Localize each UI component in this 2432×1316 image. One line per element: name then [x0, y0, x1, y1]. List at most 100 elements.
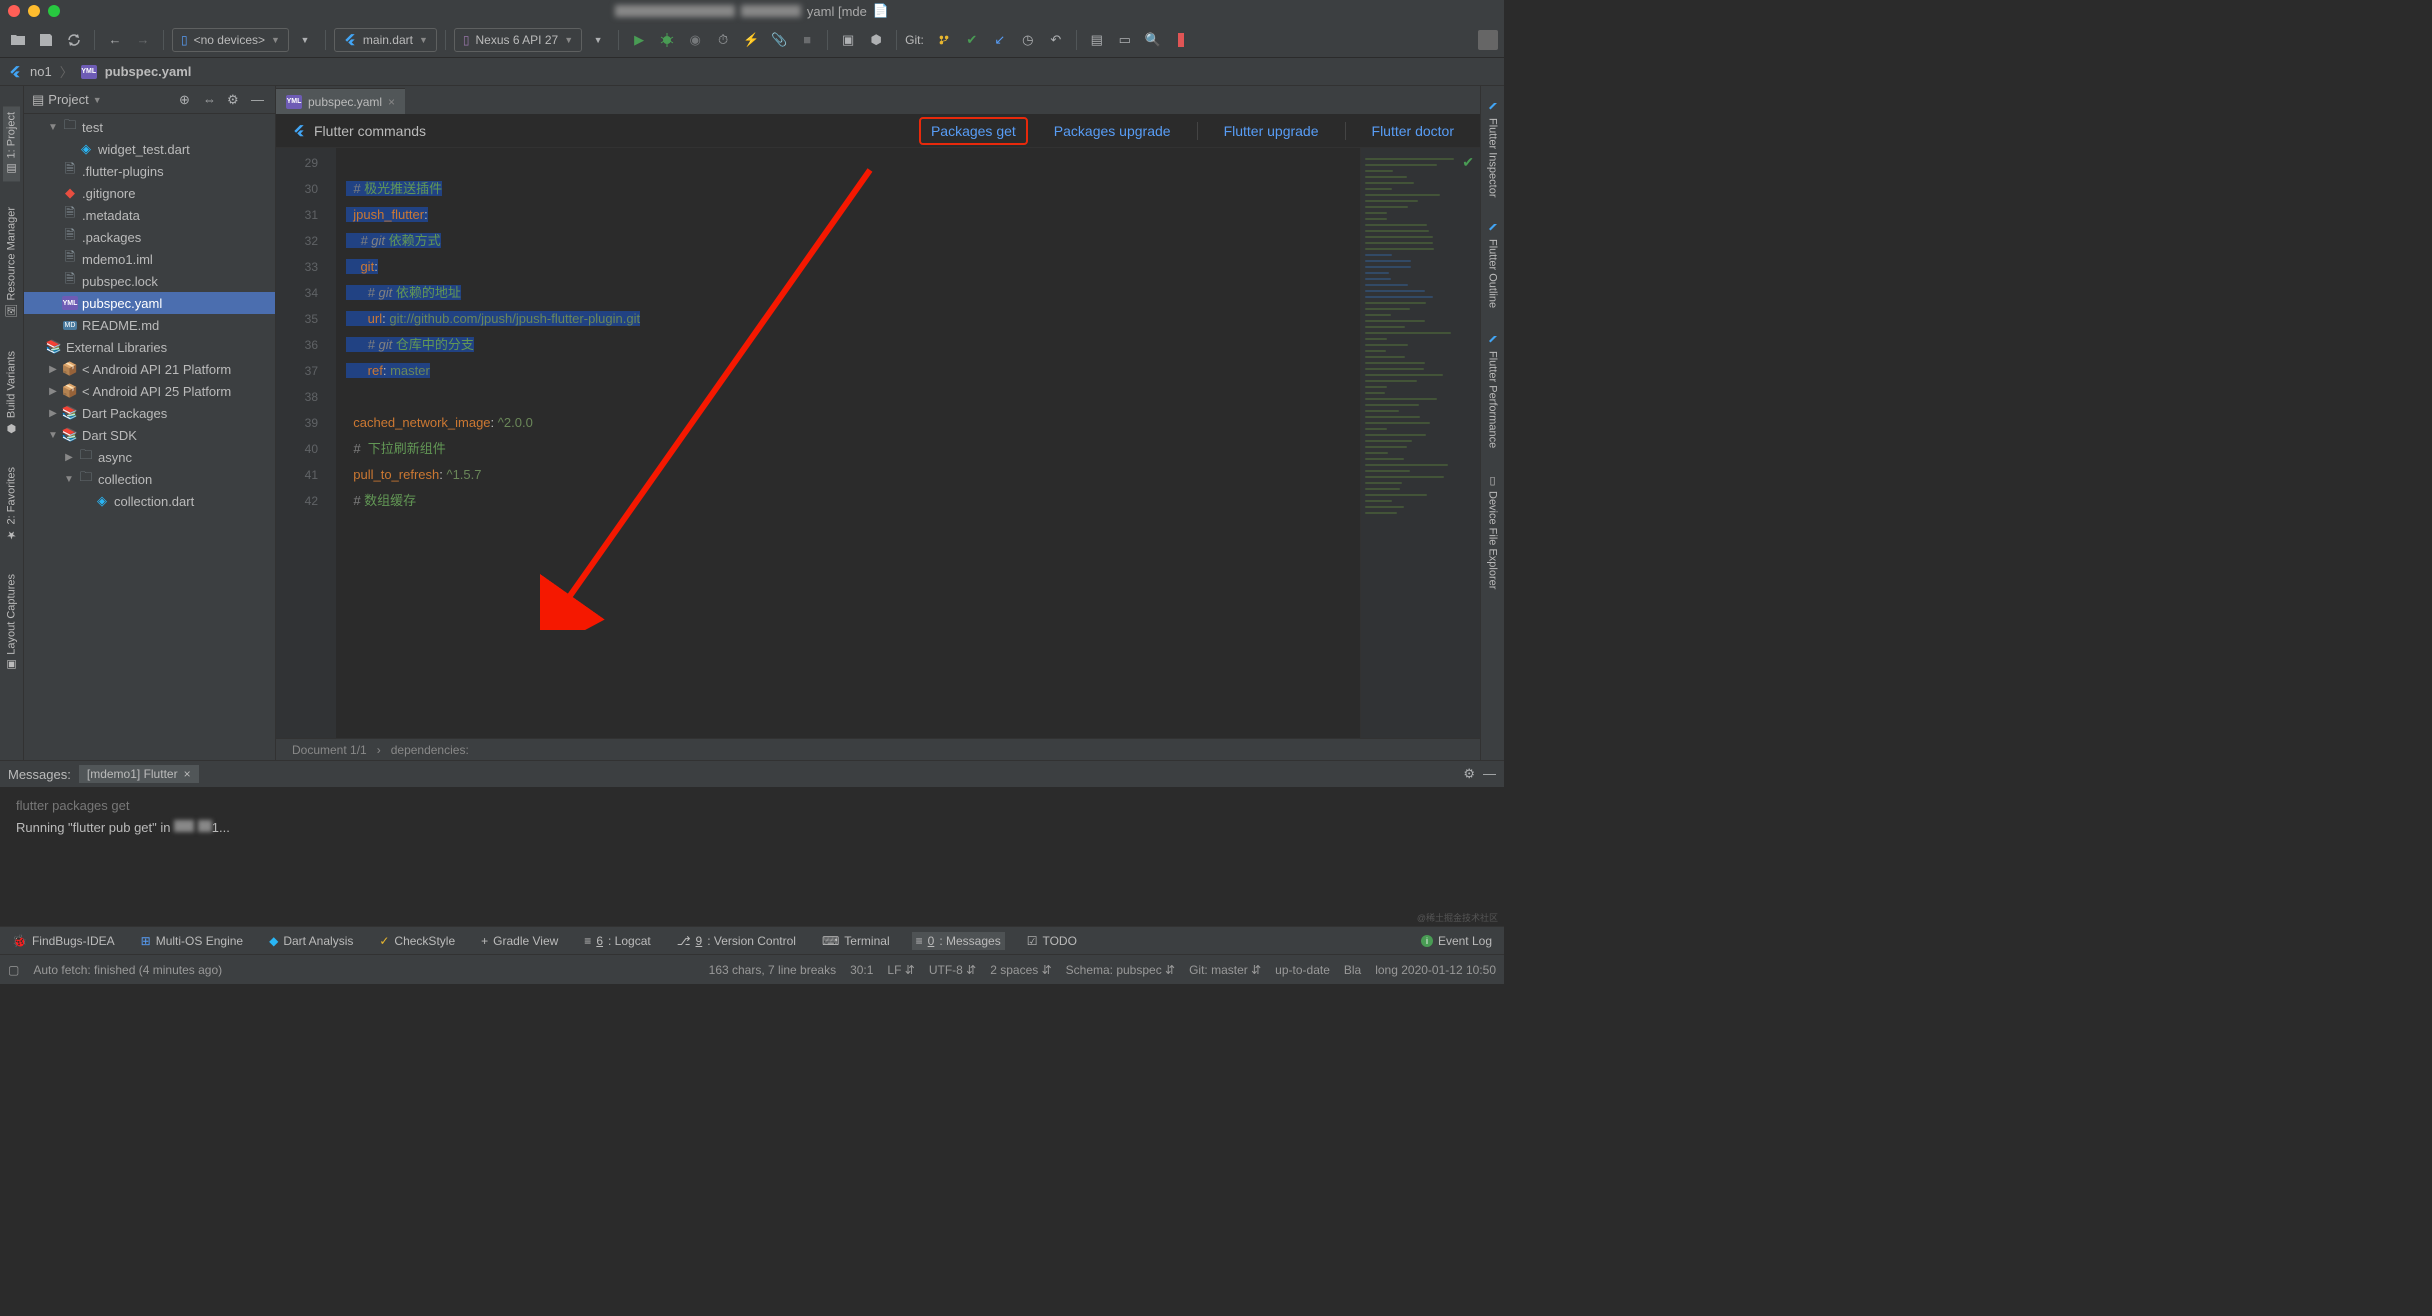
terminal-tab[interactable]: ⌨Terminal — [818, 932, 894, 950]
zoom-window-button[interactable] — [48, 5, 60, 17]
status-timestamp: long 2020-01-12 10:50 — [1375, 963, 1496, 977]
back-icon[interactable]: ← — [103, 28, 127, 52]
packages-get-button[interactable]: Packages get — [919, 117, 1028, 145]
tree-row[interactable]: ▶📚Dart Packages — [24, 402, 275, 424]
save-icon[interactable] — [34, 28, 58, 52]
favorites-tab[interactable]: ★2: Favorites — [3, 461, 20, 547]
layout-captures-tab[interactable]: ▣Layout Captures — [3, 568, 20, 678]
tree-row[interactable]: ▶📦< Android API 25 Platform — [24, 380, 275, 402]
checkstyle-tab[interactable]: ✓CheckStyle — [375, 932, 459, 950]
emulator-selector[interactable]: ▯ Nexus 6 API 27 ▼ — [454, 28, 582, 52]
caret-position[interactable]: 30:1 — [850, 963, 873, 977]
line-ending-selector[interactable]: LF ⇵ — [887, 963, 914, 977]
memory-icon[interactable] — [1169, 28, 1193, 52]
tree-row[interactable]: ◈widget_test.dart — [24, 138, 275, 160]
tool-window-quick-access-icon[interactable]: ▢ — [8, 963, 19, 977]
close-tab-icon[interactable]: × — [388, 95, 395, 109]
messages-tab[interactable]: ≡0: Messages — [912, 932, 1005, 950]
open-icon[interactable] — [6, 28, 30, 52]
tree-row[interactable]: YMLpubspec.yaml — [24, 292, 275, 314]
todo-tab[interactable]: ☑TODO — [1023, 932, 1081, 950]
collapse-icon[interactable]: ⇔ — [203, 92, 219, 108]
search-icon[interactable]: 🔍 — [1141, 28, 1165, 52]
hide-icon[interactable]: — — [1483, 766, 1496, 782]
tree-row[interactable]: ▼📚Dart SDK — [24, 424, 275, 446]
flutter-inspector-tab[interactable]: Flutter Inspector — [1485, 96, 1501, 203]
indent-selector[interactable]: 2 spaces ⇵ — [990, 963, 1051, 977]
tree-row[interactable]: MDREADME.md — [24, 314, 275, 336]
emulator-dropdown-icon[interactable]: ▼ — [586, 28, 610, 52]
version-control-tab[interactable]: ⎇9: Version Control — [673, 932, 800, 950]
profile-icon[interactable]: ⏱ — [711, 28, 735, 52]
locate-icon[interactable]: ⊕ — [179, 92, 195, 108]
tree-row[interactable]: ▼🗀collection — [24, 468, 275, 490]
history-icon[interactable]: ◷ — [1016, 28, 1040, 52]
tree-row[interactable]: 🗎.packages — [24, 226, 275, 248]
commit-icon[interactable]: ✔ — [960, 28, 984, 52]
git-branch-icon[interactable] — [932, 28, 956, 52]
tree-row[interactable]: 🗎.metadata — [24, 204, 275, 226]
sdk-icon[interactable]: ⬢ — [864, 28, 888, 52]
git-branch-selector[interactable]: Git: master ⇵ — [1189, 963, 1261, 977]
flutter-icon — [8, 65, 22, 79]
hide-icon[interactable]: — — [251, 92, 267, 108]
run-config-selector[interactable]: main.dart ▼ — [334, 28, 437, 52]
tree-row[interactable]: ▶🗀async — [24, 446, 275, 468]
avd-icon[interactable]: ▣ — [836, 28, 860, 52]
coverage-icon[interactable]: ◉ — [683, 28, 707, 52]
flutter-performance-tab[interactable]: Flutter Performance — [1485, 329, 1501, 454]
breadcrumb-seg-file[interactable]: pubspec.yaml — [105, 64, 192, 79]
messages-tab-flutter[interactable]: [mdemo1] Flutter× — [79, 765, 199, 783]
editor-tab-pubspec[interactable]: YML pubspec.yaml × — [276, 88, 405, 114]
build-variants-tab[interactable]: ⬢Build Variants — [3, 345, 20, 441]
code-editor[interactable]: # 极光推送插件 jpush_flutter: # git 依赖方式 git: … — [336, 148, 1360, 738]
schema-selector[interactable]: Schema: pubspec ⇵ — [1066, 963, 1175, 977]
debug-icon[interactable] — [655, 28, 679, 52]
settings-icon[interactable]: ⚙ — [227, 92, 243, 108]
dart-analysis-tab[interactable]: ◆Dart Analysis — [265, 932, 357, 950]
messages-output[interactable]: flutter packages get Running "flutter pu… — [0, 787, 1504, 926]
rollback-icon[interactable]: ↶ — [1044, 28, 1068, 52]
findbugs-tab[interactable]: 🐞FindBugs-IDEA — [8, 932, 119, 950]
flutter-doctor-button[interactable]: Flutter doctor — [1362, 119, 1464, 143]
run-anything-icon[interactable]: ▭ — [1113, 28, 1137, 52]
event-log-tab[interactable]: iEvent Log — [1417, 932, 1496, 950]
device-file-explorer-tab[interactable]: ▯Device File Explorer — [1484, 468, 1501, 595]
minimap[interactable]: ✔ — [1360, 148, 1480, 738]
resource-manager-tab[interactable]: 🖼Resource Manager — [3, 201, 20, 325]
close-icon[interactable]: × — [184, 767, 191, 781]
project-tree[interactable]: ▼🗀test◈widget_test.dart🗎.flutter-plugins… — [24, 114, 275, 760]
device-dropdown-icon[interactable]: ▼ — [293, 28, 317, 52]
project-structure-icon[interactable]: ▤ — [1085, 28, 1109, 52]
gradle-view-tab[interactable]: +Gradle View — [477, 932, 562, 950]
tree-row[interactable]: ▼🗀test — [24, 116, 275, 138]
close-window-button[interactable] — [8, 5, 20, 17]
tree-row[interactable]: 🗎pubspec.lock — [24, 270, 275, 292]
flutter-upgrade-button[interactable]: Flutter upgrade — [1214, 119, 1329, 143]
sync-icon[interactable] — [62, 28, 86, 52]
avatar[interactable] — [1478, 30, 1498, 50]
minimize-window-button[interactable] — [28, 5, 40, 17]
run-icon[interactable]: ▶ — [627, 28, 651, 52]
status-extra: Bla — [1344, 963, 1361, 977]
multios-tab[interactable]: ⊞Multi-OS Engine — [137, 932, 247, 950]
attach-icon[interactable]: 📎 — [767, 28, 791, 52]
update-icon[interactable]: ↙ — [988, 28, 1012, 52]
tree-row[interactable]: 📚External Libraries — [24, 336, 275, 358]
tree-row[interactable]: ◆.gitignore — [24, 182, 275, 204]
device-selector[interactable]: ▯ <no devices> ▼ — [172, 28, 289, 52]
encoding-selector[interactable]: UTF-8 ⇵ — [929, 963, 976, 977]
tree-row[interactable]: ◈collection.dart — [24, 490, 275, 512]
tree-row[interactable]: 🗎mdemo1.iml — [24, 248, 275, 270]
hot-reload-icon[interactable]: ⚡ — [739, 28, 763, 52]
logcat-tab[interactable]: ≡6: Logcat — [580, 932, 654, 950]
packages-upgrade-button[interactable]: Packages upgrade — [1044, 119, 1181, 143]
flutter-outline-tab[interactable]: Flutter Outline — [1485, 217, 1501, 314]
tree-row[interactable]: 🗎.flutter-plugins — [24, 160, 275, 182]
gear-icon[interactable]: ⚙ — [1463, 766, 1475, 782]
tree-row[interactable]: ▶📦< Android API 21 Platform — [24, 358, 275, 380]
stop-icon[interactable]: ■ — [795, 28, 819, 52]
forward-icon[interactable]: → — [131, 28, 155, 52]
breadcrumb-seg-project[interactable]: no1 — [30, 64, 52, 79]
project-tool-tab[interactable]: ▤1: Project — [3, 106, 20, 181]
